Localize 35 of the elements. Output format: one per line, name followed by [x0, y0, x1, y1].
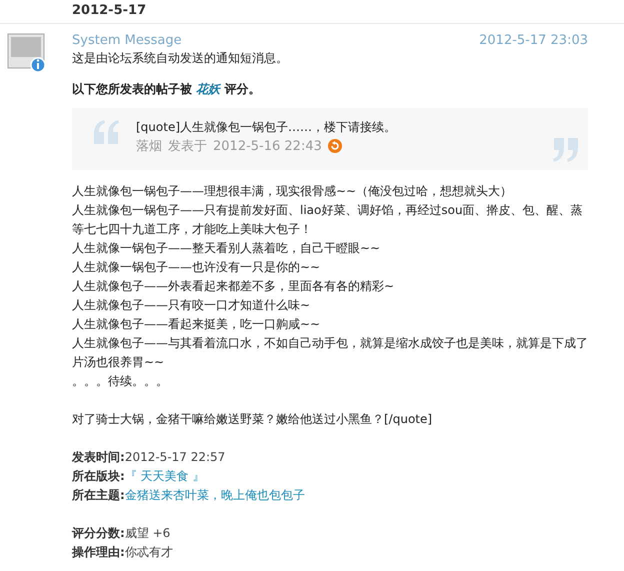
open-quote-icon — [92, 120, 120, 144]
notice-text: 以下您所发表的帖子被 — [72, 82, 193, 96]
rater-link[interactable]: 花妖 — [196, 82, 220, 96]
body-text: 人生就像包一锅包子——只有提前发好面、liao好菜、调好馅，再经过sou面、擀皮、包、醒、蒸等七七四十九道工序，才能吃上美味大包子！ — [72, 202, 584, 238]
quote-time: 2012-5-16 22:43 — [213, 138, 322, 154]
date-heading: 2012-5-17 — [72, 3, 146, 18]
rating-label: 操作理由: — [72, 545, 125, 559]
meta-label: 所在版块: — [72, 469, 125, 483]
body-text: 人生就像一锅包子——整天看别人蒸着吃，自己干瞪眼~~ — [72, 240, 382, 257]
closing-text: 对了骑士大锅，金猪干嘛给嫩送野菜？嫩给他送过小黑鱼？[/quote] — [72, 411, 434, 428]
meta-link[interactable]: 『 天天美食 』 — [124, 469, 204, 483]
rating-label: 评分分数: — [72, 526, 125, 540]
intro-text: 这是由论坛系统自动发送的通知短消息。 — [72, 50, 289, 67]
body-text: 人生就像包一锅包子——理想很丰满，现实很骨感~~（俺没包过哈，想想就头大） — [72, 183, 514, 200]
body-text: 人生就像包子——与其看着流口水，不如自己动手包，就算是缩水成饺子也是美味，就算是下成了片汤也很养胃~~ — [72, 335, 588, 371]
meta-label: 所在主题: — [72, 488, 125, 502]
body-text: 人生就像一锅包子——也许没有一只是你的~~ — [72, 259, 322, 276]
meta-value: 2012-5-17 22:57 — [124, 450, 226, 464]
message-time: 2012-5-17 23:03 — [479, 33, 588, 49]
meta-label: 发表时间: — [72, 450, 125, 464]
go-back-icon[interactable] — [328, 139, 342, 153]
body-text: 人生就像包子——外表看起来都差不多，里面各有各的精彩~ — [72, 278, 396, 295]
rating-value: 威望 +6 — [124, 526, 170, 540]
body-text: 人生就像包子——只有咬一口才知道什么味~ — [72, 297, 312, 314]
quote-text: [quote]人生就像包一锅包子……，楼下请接续。 — [136, 119, 398, 136]
posted-label: 发表于 — [168, 138, 207, 155]
sender-link[interactable]: System Message — [72, 33, 182, 49]
system-avatar-icon — [7, 33, 47, 73]
close-quote-icon — [552, 138, 580, 162]
meta-link[interactable]: 金猪送来杏叶菜，晚上俺也包包子 — [124, 488, 305, 502]
body-text: 人生就像包子——看起来挺美，吃一口齁咸~~ — [72, 316, 322, 333]
notice-end-text: 评分。 — [223, 82, 260, 96]
quote-author: 落烟 — [136, 138, 162, 155]
rating-value: 你忒有才 — [124, 545, 173, 559]
body-text: 。。。待续。。。 — [72, 373, 169, 390]
